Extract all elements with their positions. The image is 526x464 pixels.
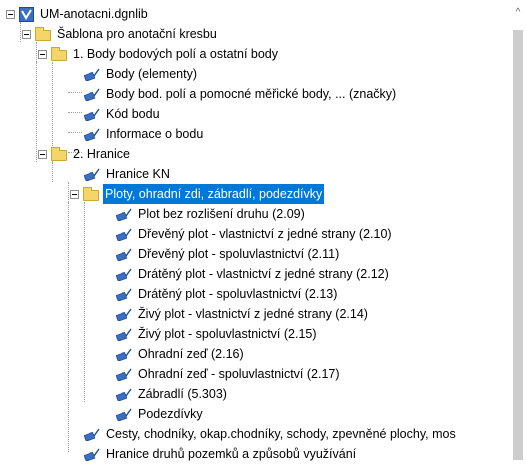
tree-node-label: UM-anotacni.dgnlib	[40, 7, 148, 21]
tree-node[interactable]: Šablona pro anotační kresbu	[22, 24, 219, 44]
scroll-thumb[interactable]	[513, 30, 523, 460]
tree-node-label: Plot bez rozlišení druhu (2.09)	[138, 207, 305, 221]
tree-node[interactable]: Body (elementy)	[83, 64, 199, 84]
element-template-icon	[83, 87, 100, 102]
tree-node[interactable]: Živý plot - spoluvlastnictví (2.15)	[115, 324, 319, 344]
tree-node-label: Ploty, ohradní zdi, zábradlí, podezdívky	[103, 184, 325, 204]
tree-node[interactable]: 2. Hranice	[38, 144, 132, 164]
collapse-toggle[interactable]	[38, 49, 47, 59]
folder-open-icon	[51, 146, 67, 161]
collapse-toggle[interactable]	[22, 29, 31, 39]
element-template-icon	[115, 347, 132, 362]
element-template-icon	[83, 127, 100, 142]
vertical-scrollbar[interactable]: ^	[510, 0, 526, 464]
tree-node-root[interactable]: UM-anotacni.dgnlib	[6, 4, 150, 24]
tree-node[interactable]: Hranice druhů pozemků a způsobů využíván…	[83, 444, 358, 464]
element-template-icon	[83, 447, 100, 462]
tree-node-label: Dřevěný plot - vlastnictví z jedné stran…	[138, 227, 392, 241]
tree-node-label: Body (elementy)	[106, 67, 198, 81]
folder-open-icon	[35, 26, 51, 41]
tree-node[interactable]: Drátěný plot - vlastnictví z jedné stran…	[115, 264, 391, 284]
tree-node-label: Body bod. polí a pomocné měřické body, .…	[106, 87, 397, 101]
tree-node-label: 2. Hranice	[73, 147, 130, 161]
tree-node[interactable]: Informace o bodu	[83, 124, 205, 144]
tree-node[interactable]: Dřevěný plot - spoluvlastnictví (2.11)	[115, 244, 341, 264]
element-template-icon	[115, 207, 132, 222]
element-template-icon	[115, 247, 132, 262]
tree-node[interactable]: Ohradní zeď - spoluvlastnictví (2.17)	[115, 364, 342, 384]
tree-node-label: Šablona pro anotační kresbu	[57, 27, 217, 41]
tree-node-label: Drátěný plot - spoluvlastnictví (2.13)	[138, 287, 338, 301]
collapse-toggle[interactable]	[70, 189, 79, 199]
tree-node-label: Hranice KN	[106, 167, 170, 181]
tree-node[interactable]: Podezdívky	[115, 404, 205, 424]
tree-node[interactable]: Drátěný plot - spoluvlastnictví (2.13)	[115, 284, 339, 304]
element-template-icon	[115, 367, 132, 382]
tree-node[interactable]: Dřevěný plot - vlastnictví z jedné stran…	[115, 224, 394, 244]
element-template-icon	[115, 267, 132, 282]
tree-node[interactable]: Cesty, chodníky, okap.chodníky, schody, …	[83, 424, 458, 444]
tree-node-label: Zábradlí (5.303)	[138, 387, 227, 401]
element-template-icon	[83, 107, 100, 122]
tree-node-label: Dřevěný plot - spoluvlastnictví (2.11)	[138, 247, 340, 261]
tree-node[interactable]: Ploty, ohradní zdi, zábradlí, podezdívky	[70, 184, 325, 204]
scroll-up-arrow[interactable]: ^	[513, 8, 523, 18]
element-template-icon	[115, 387, 132, 402]
tree-node-label: Cesty, chodníky, okap.chodníky, schody, …	[106, 427, 456, 441]
folder-open-icon	[51, 46, 67, 61]
tree-node-label: Ohradní zeď (2.16)	[138, 347, 244, 361]
tree-node[interactable]: Hranice KN	[83, 164, 172, 184]
tree-node[interactable]: Body bod. polí a pomocné měřické body, .…	[83, 84, 398, 104]
element-template-icon	[83, 167, 100, 182]
tree-node-label: Kód bodu	[106, 107, 160, 121]
element-template-icon	[115, 407, 132, 422]
element-template-icon	[83, 427, 100, 442]
tree-node-label: Podezdívky	[138, 407, 203, 421]
element-template-icon	[115, 327, 132, 342]
element-template-icon	[115, 307, 132, 322]
tree-node-label: Informace o bodu	[106, 127, 204, 141]
tree-node-label: Živý plot - vlastnictví z jedné strany (…	[138, 307, 368, 321]
element-template-icon	[115, 227, 132, 242]
tree-node-label: 1. Body bodových polí a ostatní body	[73, 47, 278, 61]
tree-node[interactable]: Ohradní zeď (2.16)	[115, 344, 246, 364]
collapse-toggle[interactable]	[38, 149, 47, 159]
tree-node-label: Ohradní zeď - spoluvlastnictví (2.17)	[138, 367, 340, 381]
template-tree[interactable]: UM-anotacni.dgnlib Šablona pro anotační …	[0, 0, 510, 464]
tree-node[interactable]: Plot bez rozlišení druhu (2.09)	[115, 204, 307, 224]
tree-node-label: Hranice druhů pozemků a způsobů využíván…	[106, 447, 357, 461]
element-template-icon	[115, 287, 132, 302]
element-template-icon	[83, 67, 100, 82]
folder-open-icon	[83, 186, 99, 201]
tree-node[interactable]: Živý plot - vlastnictví z jedné strany (…	[115, 304, 370, 324]
tree-node[interactable]: 1. Body bodových polí a ostatní body	[38, 44, 280, 64]
tree-node-label: Drátěný plot - vlastnictví z jedné stran…	[138, 267, 389, 281]
dgnlib-icon	[19, 6, 34, 22]
tree-node[interactable]: Kód bodu	[83, 104, 162, 124]
tree-node-label: Živý plot - spoluvlastnictví (2.15)	[138, 327, 317, 341]
collapse-toggle[interactable]	[6, 9, 15, 19]
tree-node[interactable]: Zábradlí (5.303)	[115, 384, 229, 404]
